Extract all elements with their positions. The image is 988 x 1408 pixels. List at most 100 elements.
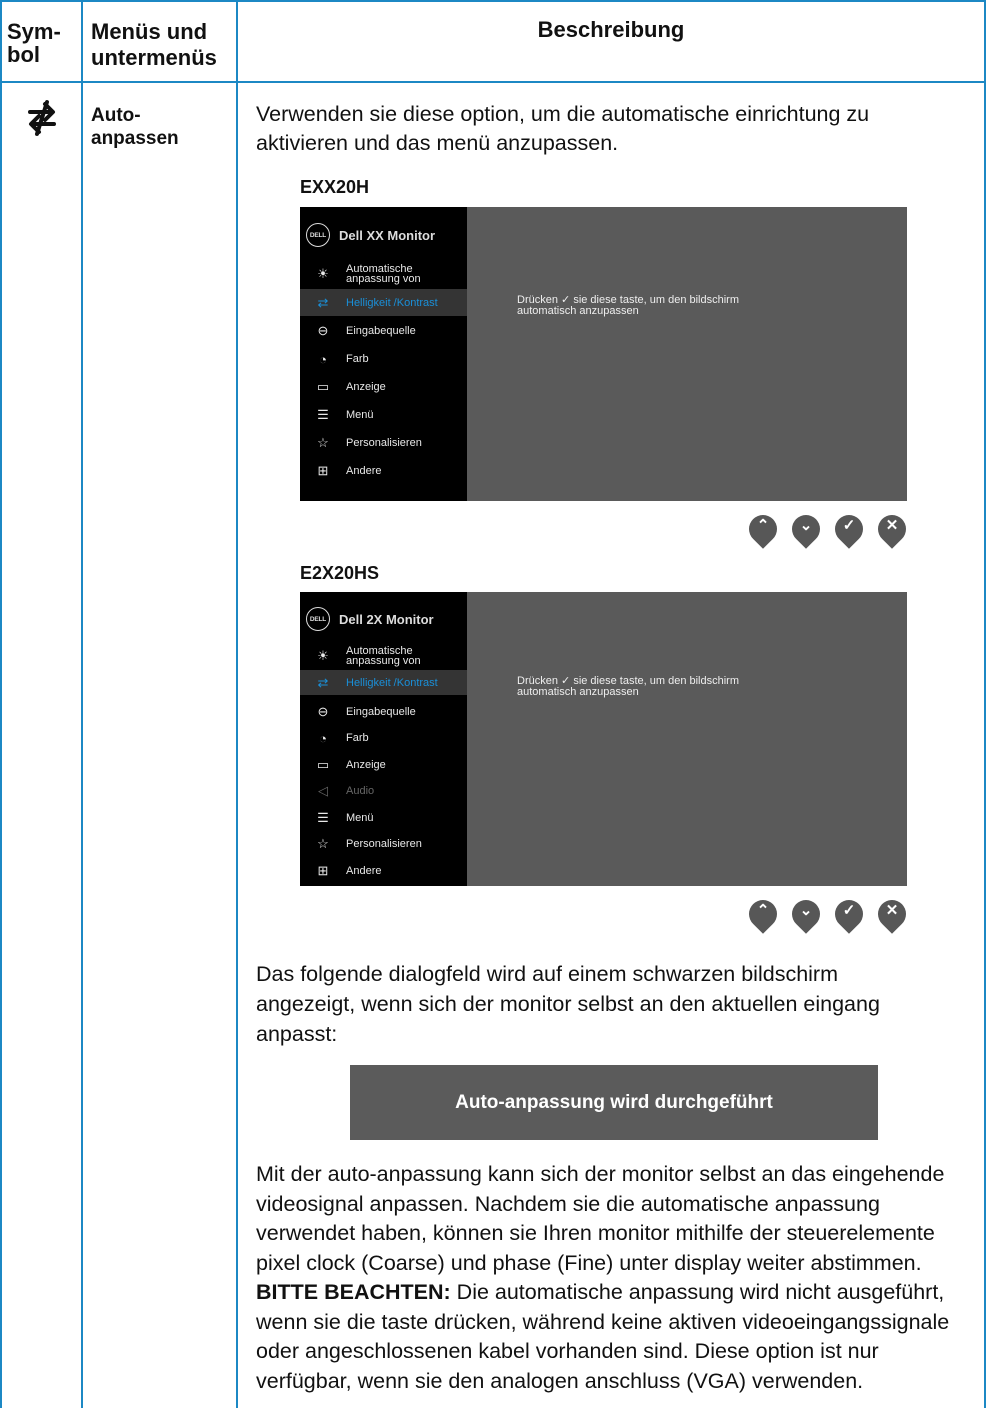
table-border-right bbox=[984, 0, 986, 1408]
check-icon: ✓ bbox=[842, 902, 856, 919]
osd2-item-7-label: Personalisieren bbox=[346, 838, 422, 850]
description-line7: oder angeschlossenen kabel vorhanden sin… bbox=[256, 1339, 879, 1363]
dialog-intro-line2: angezeigt, wenn sich der monitor selbst … bbox=[256, 992, 880, 1016]
header-symbol-line1: Sym- bbox=[7, 19, 61, 44]
description-line5: BITTE BEACHTEN: Die automatische anpassu… bbox=[256, 1278, 949, 1308]
osd-sidebar-2: DELL Dell 2X Monitor ☀ Automatische anpas… bbox=[300, 592, 467, 886]
osd1-item-input[interactable]: ⊖ Eingabequelle bbox=[300, 318, 467, 344]
osd2-item-audio[interactable]: ◁ Audio bbox=[300, 778, 467, 804]
input-source-icon: ⊖ bbox=[317, 704, 329, 719]
settings-table: Sym- bol Menüs und untermenüs Beschreibu… bbox=[0, 0, 988, 1408]
osd1-item-4-label: Anzeige bbox=[346, 381, 386, 393]
osd2-item-color[interactable]: ◔ Farb bbox=[300, 725, 467, 751]
close-icon: ✕ bbox=[885, 517, 899, 534]
chevron-up-icon: ⌃ bbox=[756, 902, 770, 919]
up-button[interactable]: ⌃ bbox=[743, 894, 783, 934]
auto-adjust-dialog: Auto-anpassung wird durchgeführt bbox=[350, 1065, 878, 1140]
check-button[interactable]: ✓ bbox=[829, 894, 869, 934]
brightness-icon: ☀ bbox=[317, 266, 329, 281]
note-text: Die automatische anpassung wird nicht au… bbox=[450, 1280, 945, 1304]
osd2-item-6-label: Menü bbox=[346, 812, 374, 824]
close-button[interactable]: ✕ bbox=[872, 894, 912, 934]
intro-text: Verwenden sie diese option, um die autom… bbox=[256, 100, 869, 158]
close-button[interactable]: ✕ bbox=[872, 509, 912, 549]
menu-name-line2: anpassen bbox=[91, 128, 179, 149]
dell-logo-icon: DELL bbox=[306, 223, 330, 247]
model-label-2: E2X20HS bbox=[300, 563, 380, 583]
osd1-item-3-label: Farb bbox=[346, 353, 369, 365]
table-border-left bbox=[0, 0, 2, 1408]
table-border-col2 bbox=[236, 0, 238, 1408]
osd2-item-auto-adjust[interactable]: ⇄ Helligkeit /Kontrast bbox=[300, 670, 467, 695]
osd2-item-menu[interactable]: ☰ Menü bbox=[300, 805, 467, 831]
input-source-icon: ⊖ bbox=[317, 323, 329, 338]
osd-title-2: Dell 2X Monitor bbox=[339, 611, 434, 627]
osd-brand-2: DELL Dell 2X Monitor bbox=[306, 606, 434, 632]
menu-icon: ☰ bbox=[317, 810, 329, 825]
osd2-item-3-label: Farb bbox=[346, 732, 369, 744]
osd1-item-2-label: Eingabequelle bbox=[346, 325, 416, 337]
header-menus: Menüs und untermenüs bbox=[91, 20, 217, 69]
osd-screen-2: DELL Dell 2X Monitor ☀ Automatische anpas… bbox=[300, 592, 907, 886]
table-border-top bbox=[0, 0, 986, 2]
osd-brand-1: DELL Dell XX Monitor bbox=[306, 222, 435, 248]
osd2-item-other[interactable]: ⊞ Andere bbox=[300, 858, 467, 884]
osd1-item-7-label: Andere bbox=[346, 465, 382, 477]
osd1-item-color[interactable]: ◔ Farb bbox=[300, 346, 467, 372]
chevron-down-icon: ⌄ bbox=[799, 902, 813, 919]
osd-title-1: Dell XX Monitor bbox=[339, 227, 436, 243]
osd1-item-menu[interactable]: ☰ Menü bbox=[300, 402, 467, 428]
dialog-intro-line1: Das folgende dialogfeld wird auf einem s… bbox=[256, 962, 838, 986]
osd2-item-input[interactable]: ⊖ Eingabequelle bbox=[300, 699, 467, 725]
menu-name-line1: Auto- bbox=[91, 105, 141, 126]
osd1-item-brightness[interactable]: ☀ Automatische anpassung von bbox=[300, 259, 467, 289]
description-text: Mit der auto-anpassung kann sich der mon… bbox=[256, 1160, 949, 1396]
color-icon: ◔ bbox=[319, 730, 327, 746]
dialog-intro-text: Das folgende dialogfeld wird auf einem s… bbox=[256, 959, 880, 1049]
check-button[interactable]: ✓ bbox=[829, 509, 869, 549]
osd1-item-auto-adjust[interactable]: ⇄ Helligkeit /Kontrast bbox=[300, 289, 467, 316]
osd1-item-6-label: Personalisieren bbox=[346, 437, 422, 449]
osd2-item-brightness[interactable]: ☀ Automatische anpassung von bbox=[300, 642, 467, 670]
osd1-item-5-label: Menü bbox=[346, 409, 374, 421]
osd2-item-display[interactable]: ▭ Anzeige bbox=[300, 752, 467, 778]
osd1-item-display[interactable]: ▭ Anzeige bbox=[300, 374, 467, 400]
osd2-item-5-label: Audio bbox=[346, 785, 375, 797]
auto-adjust-icon: ⇄ bbox=[317, 674, 329, 690]
osd2-item-1-label: Helligkeit /Kontrast bbox=[346, 676, 438, 689]
menu-name: Auto- anpassen bbox=[91, 104, 179, 150]
up-button[interactable]: ⌃ bbox=[743, 509, 783, 549]
star-icon: ☆ bbox=[317, 836, 329, 851]
other-icon: ⊞ bbox=[317, 463, 329, 478]
osd2-msg-line2: automatisch anzupassen bbox=[517, 686, 639, 698]
header-description: Beschreibung bbox=[537, 17, 685, 42]
close-icon: ✕ bbox=[885, 902, 899, 919]
osd1-msg-line2: automatisch anzupassen bbox=[517, 305, 639, 317]
osd2-item-4-label: Anzeige bbox=[346, 759, 386, 771]
note-label: BITTE BEACHTEN: bbox=[256, 1280, 451, 1304]
osd-sidebar-1: DELL Dell XX Monitor ☀ Automatische anpas… bbox=[300, 207, 467, 501]
osd1-message: Drücken ✓ sie diese taste, um den bildsc… bbox=[517, 295, 739, 317]
intro-line2: aktivieren und das menü anzupassen. bbox=[256, 131, 619, 155]
auto-adjust-icon: ⇄ bbox=[317, 294, 329, 310]
description-line4: pixel clock (Coarse) und phase (Fine) un… bbox=[256, 1250, 922, 1275]
osd-screen-1: DELL Dell XX Monitor ☀ Automatische anpas… bbox=[300, 207, 907, 501]
table-border-header bbox=[0, 81, 986, 83]
down-button[interactable]: ⌄ bbox=[786, 509, 826, 549]
osd2-item-2-label: Eingabequelle bbox=[346, 706, 416, 718]
down-button[interactable]: ⌄ bbox=[786, 894, 826, 934]
osd2-item-personalize[interactable]: ☆ Personalisieren bbox=[300, 831, 467, 857]
osd1-item-personalize[interactable]: ☆ Personalisieren bbox=[300, 430, 467, 456]
dialog-intro-line3: anpasst: bbox=[256, 1022, 338, 1046]
osd1-item-1-label: Helligkeit /Kontrast bbox=[346, 296, 438, 309]
other-icon: ⊞ bbox=[317, 863, 329, 878]
description-line3: verwendet haben, können sie Ihren monito… bbox=[256, 1221, 935, 1245]
menu-icon: ☰ bbox=[317, 407, 329, 422]
osd1-item-0-line2: anpassung von bbox=[346, 273, 421, 285]
brightness-icon: ☀ bbox=[317, 648, 329, 663]
osd2-item-0-line2: anpassung von bbox=[346, 655, 421, 667]
osd1-item-other[interactable]: ⊞ Andere bbox=[300, 458, 467, 484]
header-menus-line2: untermenüs bbox=[91, 45, 217, 70]
model-label-1: EXX20H bbox=[300, 177, 370, 197]
header-symbol: Sym- bol bbox=[7, 20, 61, 66]
